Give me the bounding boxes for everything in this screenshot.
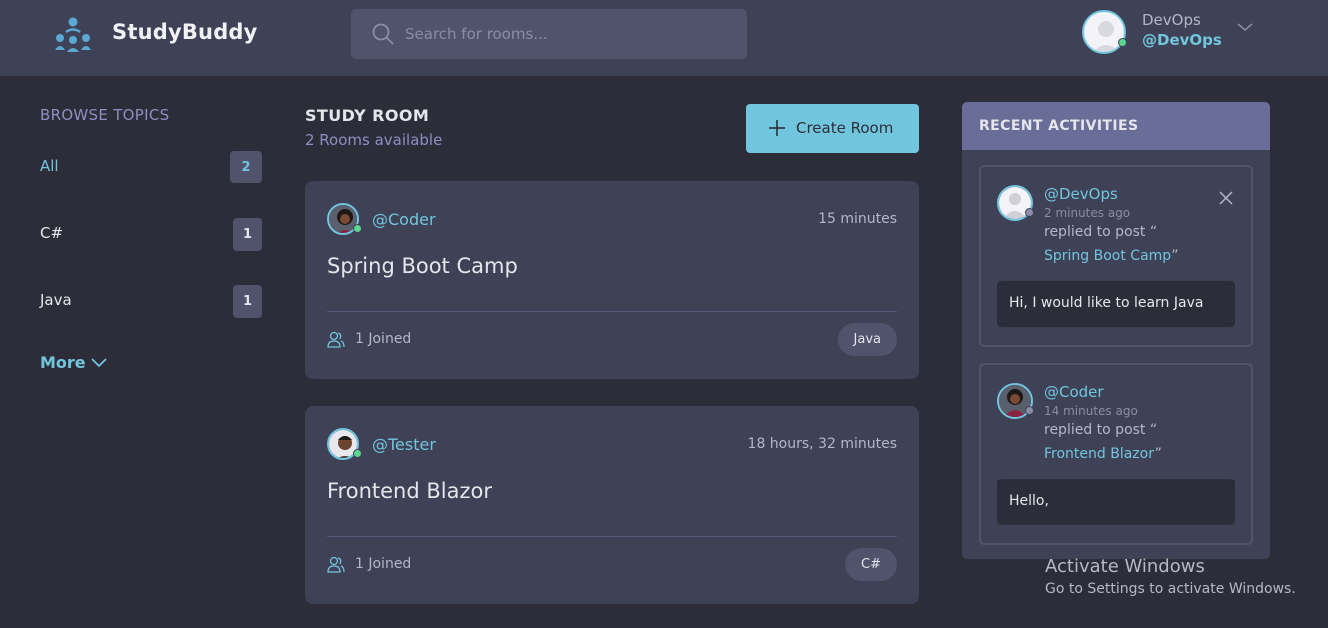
recent-activities-panel: RECENT ACTIVITIES @DevOps 2 minutes ago … xyxy=(962,102,1270,559)
topic-count-badge: 1 xyxy=(233,218,262,251)
create-room-button[interactable]: Create Room xyxy=(746,104,919,153)
search-bar xyxy=(351,9,747,59)
app-name[interactable]: StudyBuddy xyxy=(112,20,258,44)
activity-item: @DevOps 2 minutes ago replied to post “ … xyxy=(979,165,1253,347)
activity-room[interactable]: Spring Boot Camp xyxy=(1044,248,1171,264)
online-status-icon xyxy=(353,224,362,233)
activate-windows-title: Activate Windows xyxy=(1045,556,1205,577)
room-time: 15 minutes xyxy=(818,211,897,227)
users-icon xyxy=(327,331,345,348)
chevron-down-icon[interactable] xyxy=(91,357,107,369)
topic-item-csharp[interactable]: C# 1 xyxy=(40,218,262,252)
activate-windows-subtitle: Go to Settings to activate Windows. xyxy=(1045,581,1296,597)
activity-time: 14 minutes ago xyxy=(1044,404,1138,418)
room-time: 18 hours, 32 minutes xyxy=(747,436,897,452)
search-input[interactable] xyxy=(405,9,735,59)
browse-topics-heading: BROWSE TOPICS xyxy=(40,106,170,124)
activity-action: replied to post “ xyxy=(1044,224,1158,240)
recent-activities-heading: RECENT ACTIVITIES xyxy=(962,102,1270,150)
search-icon xyxy=(372,23,394,45)
user-silhouette-icon xyxy=(1093,21,1119,52)
user-menu[interactable]: DevOps @DevOps xyxy=(1080,8,1260,58)
plus-icon xyxy=(769,120,785,136)
topic-tag[interactable]: C# xyxy=(845,548,897,581)
offline-status-icon xyxy=(1025,406,1034,415)
topic-label: Java xyxy=(40,291,72,309)
activity-user[interactable]: @DevOps xyxy=(1044,185,1118,203)
offline-status-icon xyxy=(1025,208,1034,217)
avatar[interactable] xyxy=(1082,10,1126,54)
joined-count: 1 Joined xyxy=(355,331,412,347)
online-status-icon xyxy=(353,449,362,458)
joined-count: 1 Joined xyxy=(355,556,412,572)
activity-item: @Coder 14 minutes ago replied to post “ … xyxy=(979,363,1253,545)
topic-item-java[interactable]: Java 1 xyxy=(40,285,262,319)
room-host[interactable]: @Coder xyxy=(372,210,436,229)
user-name: DevOps xyxy=(1142,11,1201,29)
activity-message: Hi, I would like to learn Java xyxy=(997,281,1235,327)
create-room-label: Create Room xyxy=(796,119,894,137)
room-name[interactable]: Spring Boot Camp xyxy=(327,254,518,278)
room-name[interactable]: Frontend Blazor xyxy=(327,479,492,503)
room-card: @Coder 15 minutes Spring Boot Camp 1 Joi… xyxy=(305,181,919,379)
activity-user[interactable]: @Coder xyxy=(1044,383,1104,401)
user-handle[interactable]: @DevOps xyxy=(1142,31,1222,49)
activity-action: replied to post “ xyxy=(1044,422,1158,438)
top-navbar: StudyBuddy DevOps @DevOps xyxy=(0,0,1328,76)
rooms-available-count: 2 Rooms available xyxy=(305,131,443,149)
topic-count-badge: 2 xyxy=(230,151,262,183)
topic-count-badge: 1 xyxy=(233,285,262,318)
topic-item-all[interactable]: All 2 xyxy=(40,151,262,185)
studybuddy-logo-icon[interactable] xyxy=(54,16,92,52)
users-icon xyxy=(327,556,345,573)
chevron-down-icon[interactable] xyxy=(1236,20,1254,34)
activity-time: 2 minutes ago xyxy=(1044,206,1131,220)
topic-label: C# xyxy=(40,224,64,242)
room-host[interactable]: @Tester xyxy=(372,435,436,454)
activity-room[interactable]: Frontend Blazor xyxy=(1044,446,1155,462)
page-title: STUDY ROOM xyxy=(305,106,430,125)
divider xyxy=(327,311,897,312)
divider xyxy=(327,536,897,537)
room-card: @Tester 18 hours, 32 minutes Frontend Bl… xyxy=(305,406,919,604)
activity-room-link[interactable]: Frontend Blazor” xyxy=(1044,446,1162,462)
topic-label: All xyxy=(40,157,59,175)
close-icon[interactable] xyxy=(1219,191,1233,205)
close-quote: ” xyxy=(1171,248,1179,264)
online-status-icon xyxy=(1118,38,1127,47)
more-topics-button[interactable]: More xyxy=(40,353,86,372)
topic-tag[interactable]: Java xyxy=(837,323,897,356)
activity-message: Hello, xyxy=(997,479,1235,525)
close-quote: ” xyxy=(1154,446,1162,462)
activity-room-link[interactable]: Spring Boot Camp” xyxy=(1044,248,1178,264)
